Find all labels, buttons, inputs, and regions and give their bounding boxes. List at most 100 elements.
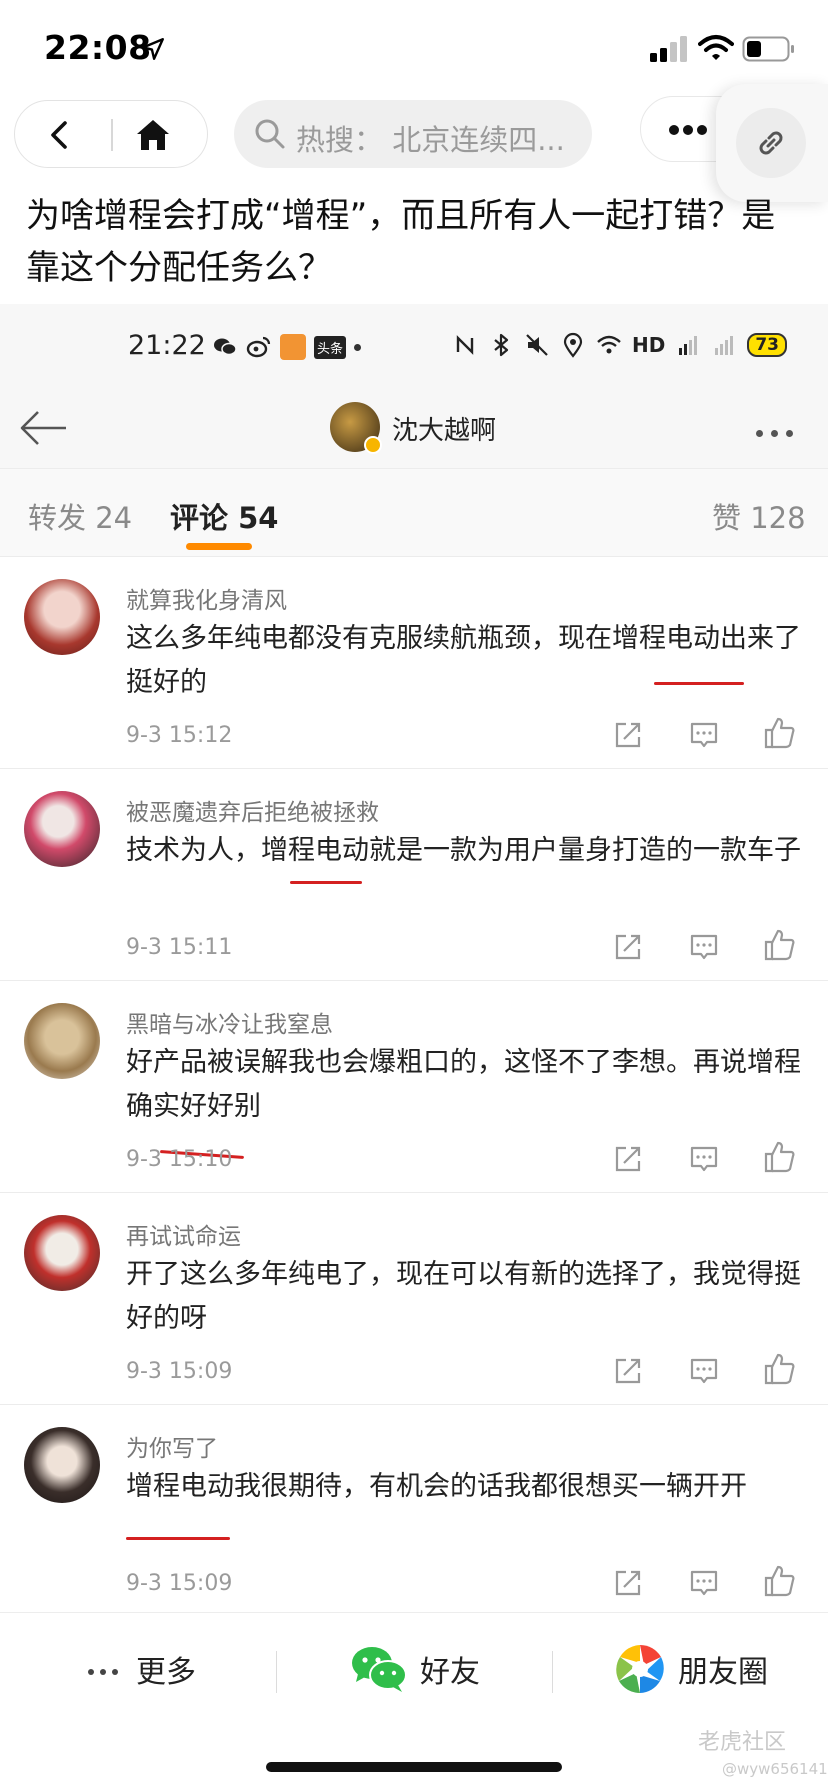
reply-icon[interactable] bbox=[688, 1143, 720, 1175]
nav-divider bbox=[111, 119, 113, 151]
like-thumb-icon[interactable] bbox=[762, 1139, 798, 1175]
commenter-avatar[interactable] bbox=[24, 791, 100, 867]
more-dots-icon bbox=[88, 1660, 124, 1679]
tab-repost[interactable]: 转发 24 bbox=[28, 495, 132, 537]
like-thumb-icon[interactable] bbox=[762, 1351, 798, 1387]
cellular-signal-icon bbox=[650, 36, 687, 62]
comment-time: 9-3 15:11 bbox=[126, 935, 233, 960]
commenter-name[interactable]: 黑暗与冰冷让我窒息 bbox=[126, 1005, 333, 1039]
weibo-icon bbox=[246, 336, 271, 358]
commenter-avatar[interactable] bbox=[24, 579, 100, 655]
nfc-icon bbox=[456, 335, 474, 355]
comment-text: 增程电动我很期待，有机会的话我都很想买一辆开开 bbox=[126, 1471, 747, 1502]
bluetooth-icon bbox=[494, 333, 509, 357]
share-icon[interactable] bbox=[612, 931, 644, 963]
share-more-label: 更多 bbox=[136, 1655, 196, 1690]
comment-text: 好产品被误解我也会爆粗口的，这怪不了李想。再说增程确实好好别 bbox=[126, 1047, 801, 1122]
red-underline-mark bbox=[290, 881, 362, 884]
inner-back-arrow-icon[interactable] bbox=[18, 402, 70, 454]
inner-header: 沈大越啊 bbox=[0, 388, 828, 468]
toutiao-icon: 头条 bbox=[314, 335, 347, 359]
active-tab-indicator bbox=[186, 543, 252, 550]
location-arrow-icon bbox=[142, 38, 164, 60]
comment-list: 就算我化身清风 这么多年纯电都没有克服续航瓶颈，现在增程电动出来了挺好的 9-3… bbox=[0, 556, 828, 1612]
like-thumb-icon[interactable] bbox=[762, 715, 798, 751]
search-placeholder: 热搜： 北京连续四... bbox=[296, 123, 565, 157]
comment-time: 9-3 15:09 bbox=[126, 1571, 233, 1596]
inner-wifi-icon bbox=[597, 335, 621, 354]
signal-5g-icon bbox=[679, 336, 698, 355]
wechat-friend-icon bbox=[352, 1647, 407, 1692]
inner-battery: 73 bbox=[747, 333, 788, 357]
home-icon[interactable] bbox=[133, 115, 173, 155]
comment-item: 为你写了 增程电动我很期待，有机会的话我都很想买一辆开开 9-3 15:09 bbox=[0, 1404, 828, 1612]
nav-capsule bbox=[14, 100, 208, 168]
share-more-button[interactable]: 更多 bbox=[88, 1641, 196, 1697]
comment-time: 9-3 15:09 bbox=[126, 1359, 233, 1384]
red-underline-mark bbox=[654, 682, 744, 685]
commenter-name[interactable]: 为你写了 bbox=[126, 1429, 218, 1463]
share-bar: 更多 好友 朋友圈 bbox=[0, 1612, 828, 1722]
comment-item: 就算我化身清风 这么多年纯电都没有克服续航瓶颈，现在增程电动出来了挺好的 9-3… bbox=[0, 556, 828, 768]
reply-icon[interactable] bbox=[688, 719, 720, 751]
status-time: 22:08 bbox=[44, 28, 152, 67]
battery-icon bbox=[742, 36, 794, 62]
watermark-brand: 老虎社区 bbox=[698, 1730, 787, 1755]
search-bar[interactable]: 热搜： 北京连续四... bbox=[234, 100, 592, 168]
share-icon[interactable] bbox=[612, 1355, 644, 1387]
gps-icon bbox=[563, 332, 583, 358]
commenter-name[interactable]: 被恶魔遗弃后拒绝被拯救 bbox=[126, 793, 379, 827]
tab-like[interactable]: 赞 128 bbox=[712, 495, 806, 537]
home-indicator bbox=[266, 1762, 562, 1772]
like-thumb-icon[interactable] bbox=[762, 927, 798, 963]
status-bar: 22:08 bbox=[0, 0, 828, 96]
signal-no-service-icon bbox=[715, 336, 734, 355]
reply-icon[interactable] bbox=[688, 931, 720, 963]
commenter-avatar[interactable] bbox=[24, 1427, 100, 1503]
share-divider bbox=[276, 1651, 277, 1693]
commenter-name[interactable]: 再试试命运 bbox=[126, 1217, 241, 1251]
reply-icon[interactable] bbox=[688, 1567, 720, 1599]
comment-text: 技术为人，增程电动就是一款为用户量身打造的一款车子 bbox=[126, 835, 801, 866]
link-icon bbox=[759, 131, 783, 155]
hd-volte-icon: HD bbox=[632, 333, 666, 357]
comment-text: 开了这么多年纯电了，现在可以有新的选择了，我觉得挺好的呀 bbox=[126, 1259, 801, 1334]
link-panel bbox=[716, 84, 828, 202]
author-name[interactable]: 沈大越啊 bbox=[392, 410, 496, 447]
share-icon[interactable] bbox=[612, 719, 644, 751]
share-moments-button[interactable]: 朋友圈 bbox=[614, 1641, 768, 1697]
comment-time: 9-3 15:10 bbox=[126, 1147, 233, 1172]
post-question: 为啥增程会打成“增程”，而且所有人一起打错？是靠这个分配任务么？ bbox=[26, 196, 776, 288]
app-notification-icon bbox=[280, 334, 306, 360]
reply-icon[interactable] bbox=[688, 1355, 720, 1387]
comment-time: 9-3 15:12 bbox=[126, 723, 233, 748]
inner-more-icon[interactable] bbox=[756, 422, 801, 441]
verified-badge-icon bbox=[364, 436, 382, 454]
search-icon bbox=[255, 119, 285, 149]
like-thumb-icon[interactable] bbox=[762, 1563, 798, 1599]
back-icon[interactable] bbox=[43, 117, 79, 153]
more-dots-icon bbox=[669, 125, 711, 138]
notification-dot bbox=[354, 343, 362, 351]
copy-link-button[interactable] bbox=[736, 108, 806, 178]
post-tabs: 转发 24 评论 54 赞 128 bbox=[0, 468, 828, 556]
share-icon[interactable] bbox=[612, 1143, 644, 1175]
inner-status-bar: 21:22 头条 HD 73 bbox=[0, 304, 828, 388]
embedded-screenshot: 21:22 头条 HD 73 沈大越啊 转发 24 评论 54 赞 128 就算… bbox=[0, 304, 828, 1612]
share-friend-label: 好友 bbox=[420, 1655, 480, 1690]
comment-text: 这么多年纯电都没有克服续航瓶颈，现在增程电动出来了挺好的 bbox=[126, 623, 801, 698]
share-moments-label: 朋友圈 bbox=[678, 1655, 768, 1690]
comment-item: 黑暗与冰冷让我窒息 好产品被误解我也会爆粗口的，这怪不了李想。再说增程确实好好别… bbox=[0, 980, 828, 1192]
comment-item: 被恶魔遗弃后拒绝被拯救 技术为人，增程电动就是一款为用户量身打造的一款车子 9-… bbox=[0, 768, 828, 980]
moments-aperture-icon bbox=[616, 1644, 664, 1694]
commenter-avatar[interactable] bbox=[24, 1003, 100, 1079]
mute-icon bbox=[526, 334, 548, 356]
tab-comment[interactable]: 评论 54 bbox=[170, 495, 278, 537]
share-icon[interactable] bbox=[612, 1567, 644, 1599]
commenter-name[interactable]: 就算我化身清风 bbox=[126, 581, 287, 615]
inner-status-time: 21:22 bbox=[128, 330, 206, 361]
share-friend-button[interactable]: 好友 bbox=[350, 1641, 480, 1697]
watermark-user: @wyw656141 bbox=[722, 1760, 828, 1778]
wechat-icon bbox=[214, 338, 237, 356]
commenter-avatar[interactable] bbox=[24, 1215, 100, 1291]
